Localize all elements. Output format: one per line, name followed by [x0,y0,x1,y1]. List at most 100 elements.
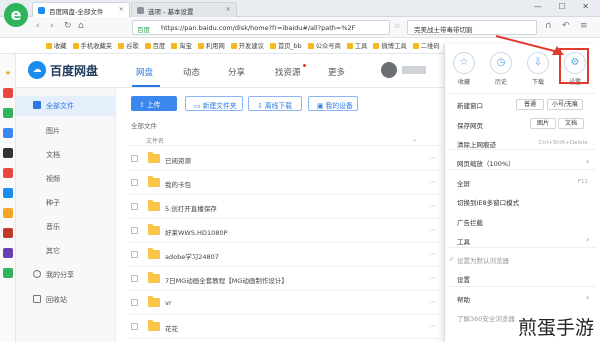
menu-item[interactable]: 帮助 [457,294,470,304]
file-row[interactable]: 7日MG动画全套教程【MG动画制作设计】 ⋯ [128,268,442,291]
refresh-icon[interactable]: ↻ [64,21,72,31]
menu-item[interactable]: 切换到IE8多窗口模式 [457,197,519,207]
video-icon[interactable] [3,248,13,258]
file-name[interactable]: adobe学习24807 [165,251,219,261]
menu-item[interactable]: 网页缩放（100%） [457,158,515,168]
bookmark-item[interactable]: 公众号商 [307,41,341,50]
nav-netdisk[interactable]: 网盘 [136,66,153,78]
breadcrumb[interactable]: 全部文件 [131,120,157,130]
menu-top-label[interactable]: 下载 [523,77,553,86]
more-icon[interactable]: ⋯ [429,154,436,162]
upload-button[interactable]: ⇧ 上传 [131,96,177,111]
more-icon[interactable]: ⋯ [429,298,436,306]
menu-item[interactable]: 设置为默认浏览器 [457,255,509,265]
window-mode-button[interactable]: 小号/无痕 [547,99,583,110]
bookmark-item[interactable]: 百度 [144,41,165,50]
menu-item[interactable]: 全屏 [457,178,470,188]
window-mode-button[interactable]: 普通 [516,99,544,110]
close-tab-icon[interactable]: × [119,5,124,13]
more-icon[interactable]: ⋯ [429,250,436,258]
tab-baidu-pan[interactable]: 百度网盘-全部文件 × [32,2,130,17]
column-filename[interactable]: 文件名 [146,136,164,145]
nav-more[interactable]: 更多 [328,66,345,78]
row-checkbox[interactable] [131,179,138,186]
file-row[interactable]: 花花 ⋯ [128,316,442,339]
close-tab-icon[interactable]: × [226,5,231,13]
bookmark-item[interactable]: 二维码 [412,41,440,50]
row-checkbox[interactable] [131,227,138,234]
bookmark-item[interactable]: 手机收藏夹 [72,41,112,50]
sidebar-item-docs[interactable]: 文档 [46,150,60,160]
sidebar-item-all-files[interactable]: 全部文件 [46,101,74,111]
green-app-icon[interactable] [3,268,13,278]
bookmark-item[interactable]: 微博工具 [373,41,407,50]
menu-item[interactable]: 设置 [457,274,470,284]
file-row[interactable]: vr ⋯ [128,292,442,315]
row-checkbox[interactable] [131,251,138,258]
undo-icon[interactable]: ↶ [562,21,570,31]
sidebar-item-torrents[interactable]: 种子 [46,198,60,208]
game2-icon[interactable] [3,228,13,238]
window-controls[interactable]: — ☐ ✕ [534,2,596,11]
bookmark-item[interactable]: 收藏 [46,41,67,50]
file-row[interactable]: 好莱WWS.HD1080P ⋯ [128,220,442,243]
forward-icon[interactable]: › [50,21,54,31]
menu-item[interactable]: 保存网页 [457,120,483,130]
sidebar-item-music[interactable]: 音乐 [46,222,60,232]
sidebar-item-images[interactable]: 图片 [46,126,60,136]
row-checkbox[interactable] [131,155,138,162]
game-icon[interactable] [3,208,13,218]
mail-icon[interactable] [3,108,13,118]
file-name[interactable]: 5.创打开直播保存 [165,203,217,213]
file-name[interactable]: 7日MG动画全套教程【MG动画制作设计】 [165,275,288,285]
star-bookmark-icon[interactable]: ☆ [394,22,400,30]
menu-item[interactable]: 了解360安全浏览器 [457,313,515,323]
nav-activity[interactable]: 动态 [183,66,200,78]
bookmark-item[interactable]: 利用网 [197,41,225,50]
sort-icon[interactable]: ⌄ [412,136,417,143]
file-row[interactable]: 我的卡包 ⋯ [128,172,442,195]
file-name[interactable]: 已阅资源 [165,155,191,165]
chat-icon[interactable] [3,128,13,138]
headset-icon[interactable]: ∩ [545,21,552,31]
row-checkbox[interactable] [131,323,138,330]
weibo-icon[interactable] [3,88,13,98]
tab-options[interactable]: 选项 - 基本设置 × [131,2,237,17]
menu-item[interactable]: 广告拦截 [457,217,483,227]
more-icon[interactable]: ⋯ [429,178,436,186]
browser-logo[interactable]: e [4,3,28,27]
bookmark-item[interactable]: 首页_bb [269,41,302,50]
file-row[interactable]: 5.创打开直播保存 ⋯ [128,196,442,219]
avatar[interactable] [381,62,397,78]
cloud-icon[interactable] [3,188,13,198]
back-icon[interactable]: ‹ [36,21,40,31]
row-checkbox[interactable] [131,299,138,306]
home-icon[interactable]: ⌂ [78,21,84,31]
menu-item[interactable]: 新建窗口 [457,100,483,110]
favorite-star-icon[interactable]: ★ [3,68,13,78]
nav-find-resources[interactable]: 找资源 [275,66,301,78]
sidebar-item-my-shares[interactable]: 我的分享 [46,270,74,280]
menu-top-label[interactable]: 历史 [486,77,516,86]
app-icon[interactable] [3,168,13,178]
save-mode-button[interactable]: 图片 [530,118,556,129]
row-checkbox[interactable] [131,203,138,210]
bookmark-item[interactable]: 谷歌 [118,41,139,50]
file-name[interactable]: 好莱WWS.HD1080P [165,227,227,237]
bookmark-item[interactable]: 工具 [346,41,367,50]
more-icon[interactable]: ⋯ [429,274,436,282]
bookmark-item[interactable]: 淘宝 [171,41,192,50]
sidebar-item-recycle-bin[interactable]: 回收站 [46,295,67,305]
offline-download-button[interactable]: ⇩ 离线下载 [248,96,302,111]
file-name[interactable]: 我的卡包 [165,179,191,189]
more-icon[interactable]: ⋯ [429,322,436,330]
file-name[interactable]: vr [165,299,172,307]
menu-item[interactable]: 清除上网痕迹 [457,139,496,149]
more-icon[interactable]: ⋯ [429,226,436,234]
save-mode-button[interactable]: 文档 [558,118,584,129]
address-input[interactable]: 百度 https://pan.baidu.com/disk/home?fr=iba… [132,20,390,35]
new-folder-button[interactable]: ▭ 新建文件夹 [185,96,243,111]
menu-icon[interactable]: ≡ [580,21,588,31]
row-checkbox[interactable] [131,275,138,282]
more-icon[interactable]: ⋯ [429,202,436,210]
